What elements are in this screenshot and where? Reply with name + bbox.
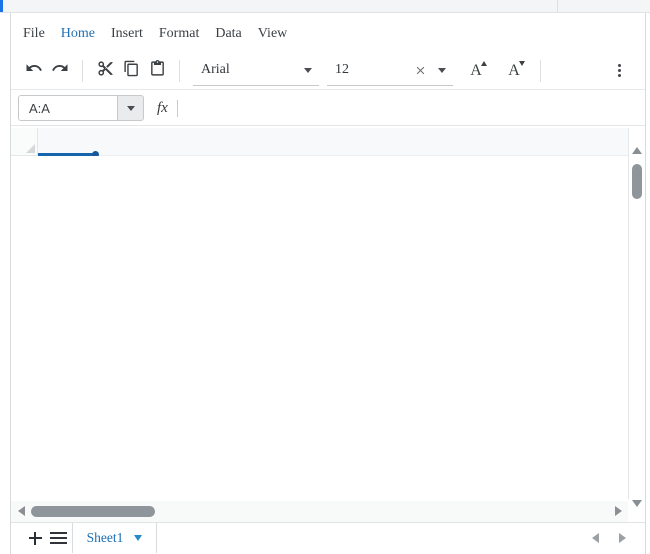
toolbar-divider <box>82 59 83 82</box>
chevron-down-icon <box>438 67 446 73</box>
scissors-icon <box>97 60 114 82</box>
menu-home[interactable]: Home <box>58 24 98 44</box>
toolbar-divider <box>540 59 541 82</box>
scroll-right-icon[interactable] <box>615 506 622 516</box>
previous-sheet-icon[interactable] <box>592 533 599 543</box>
name-box-dropdown-button[interactable] <box>117 95 144 121</box>
chevron-down-icon <box>126 105 135 111</box>
tab-divider <box>557 0 558 12</box>
clipboard-icon <box>149 59 166 82</box>
clear-font-size-button[interactable] <box>410 60 430 80</box>
scroll-up-icon[interactable] <box>632 147 642 154</box>
undo-button[interactable] <box>21 57 47 85</box>
formula-input[interactable] <box>178 91 645 125</box>
editor-panel: File Home Insert Format Data View Arial … <box>10 13 646 554</box>
menu-insert[interactable]: Insert <box>108 24 146 44</box>
horizontal-scrollbar[interactable] <box>11 501 628 522</box>
browser-top-bar <box>0 0 650 13</box>
x-clear-icon <box>416 66 424 74</box>
toolbar-divider <box>179 59 180 82</box>
sheet-tab-label: Sheet1 <box>86 530 124 545</box>
next-sheet-icon[interactable] <box>619 533 626 543</box>
sheet-grid[interactable] <box>11 156 628 501</box>
paste-button[interactable] <box>144 57 170 85</box>
scroll-left-icon[interactable] <box>18 506 25 516</box>
more-options-button[interactable] <box>607 57 631 85</box>
triangle-down-icon <box>519 60 525 66</box>
font-family-combobox[interactable]: Arial <box>193 56 319 86</box>
menu-bar: File Home Insert Format Data View <box>11 21 300 47</box>
chevron-down-icon <box>304 67 312 73</box>
toolbar: Arial 12 A A <box>11 52 645 90</box>
font-size-value: 12 <box>335 62 349 77</box>
sheet-tab-sheet1[interactable]: Sheet1 <box>72 523 157 553</box>
redo-button[interactable] <box>47 57 73 85</box>
redo-icon <box>51 59 69 82</box>
font-size-combobox[interactable]: 12 <box>327 56 453 86</box>
triangle-up-icon <box>481 60 487 66</box>
vertical-ellipsis-icon <box>617 64 621 67</box>
menu-data[interactable]: Data <box>212 24 244 44</box>
cut-button[interactable] <box>92 57 118 85</box>
fx-icon: fx <box>157 99 168 116</box>
plus-icon <box>28 531 42 545</box>
chevron-down-icon <box>134 535 143 541</box>
increase-font-size-button[interactable]: A <box>459 57 493 85</box>
corner-triangle-icon <box>26 144 35 153</box>
font-family-value: Arial <box>201 62 230 77</box>
name-box-input[interactable] <box>18 95 117 121</box>
undo-icon <box>25 59 43 82</box>
active-tab-accent <box>0 0 3 12</box>
menu-format[interactable]: Format <box>156 24 202 44</box>
select-all-corner[interactable] <box>11 128 38 156</box>
copy-icon <box>123 60 140 82</box>
menu-view[interactable]: View <box>255 24 290 44</box>
hamburger-menu-icon <box>50 532 67 534</box>
vertical-scrollbar[interactable] <box>628 128 645 507</box>
spreadsheet-app: File Home Insert Format Data View Arial … <box>0 0 650 554</box>
formula-bar: fx <box>11 91 645 126</box>
copy-button[interactable] <box>118 57 144 85</box>
menu-file[interactable]: File <box>20 24 48 44</box>
vertical-scrollbar-thumb[interactable] <box>632 164 642 199</box>
sheet-list-button[interactable] <box>50 528 67 548</box>
add-sheet-button[interactable] <box>24 527 46 549</box>
scroll-down-icon[interactable] <box>632 500 642 507</box>
decrease-font-size-button[interactable]: A <box>497 57 531 85</box>
column-header-row[interactable] <box>11 128 628 156</box>
horizontal-scrollbar-thumb[interactable] <box>31 506 155 517</box>
name-box <box>18 95 144 121</box>
sheet-bar: Sheet1 <box>11 522 645 553</box>
